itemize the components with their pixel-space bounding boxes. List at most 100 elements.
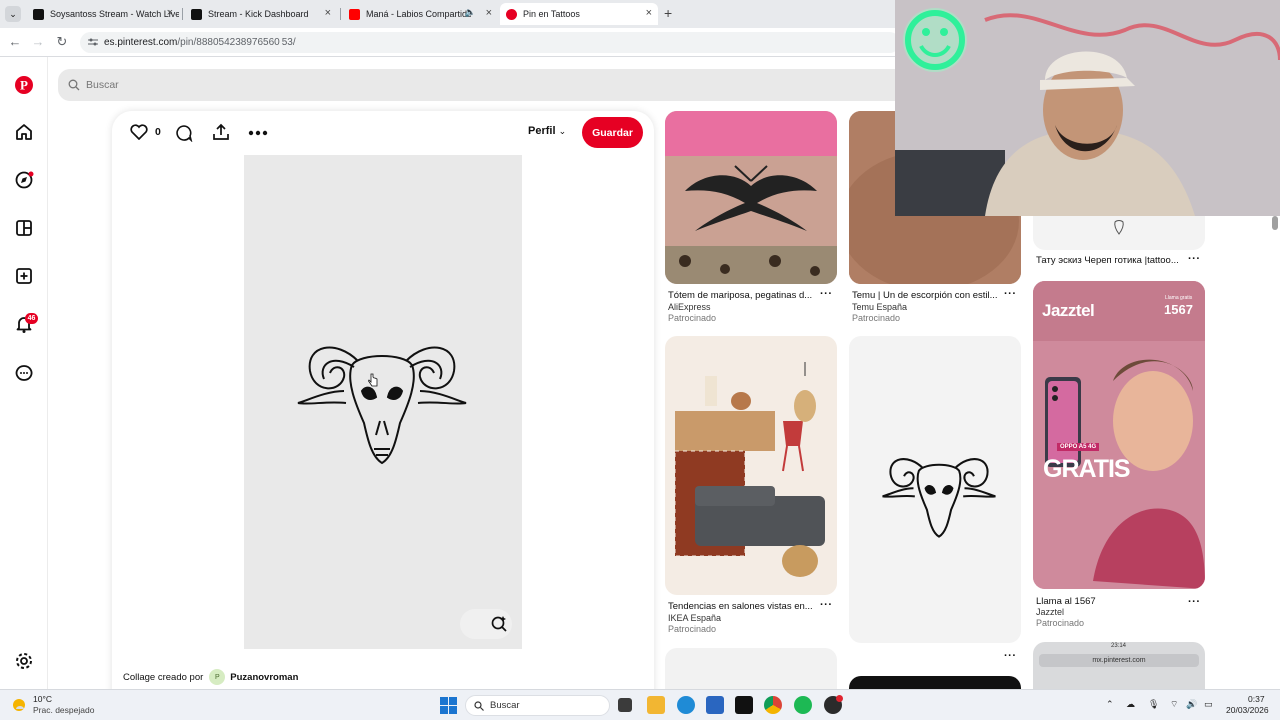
windows-taskbar: 10°C Prac. despejado Buscar ⌃ ☁ 🎙 ⌔ 🔊 ▭ … [0, 689, 1280, 720]
youtube-favicon-icon [349, 8, 360, 20]
weather-desc[interactable]: Prac. despejado [33, 705, 94, 715]
tab-youtube-mana[interactable]: Maná - Labios Compartidos 🔈 × [343, 3, 498, 25]
more-options-icon[interactable]: ··· [820, 599, 833, 611]
battery-icon[interactable]: ▭ [1204, 699, 1213, 710]
share-icon[interactable] [212, 123, 230, 141]
spotify-icon[interactable] [794, 696, 812, 714]
store-icon[interactable] [706, 696, 724, 714]
comment-icon[interactable] [175, 124, 193, 142]
pin-title[interactable]: Tótem de mariposa, pegatinas d... [668, 290, 818, 301]
collage-label: Collage creado por [123, 671, 204, 683]
notification-count-badge: 46 [25, 313, 38, 324]
settings-gear-icon[interactable] [14, 651, 34, 671]
file-explorer-icon[interactable] [647, 696, 665, 714]
clock-time[interactable]: 0:37 [1248, 694, 1265, 704]
pinterest-logo-icon[interactable]: P [14, 75, 34, 95]
tab-kick-dashboard[interactable]: Stream - Kick Dashboard × [185, 3, 337, 25]
tray-chevron-icon[interactable]: ⌃ [1106, 699, 1114, 710]
pinterest-sidebar: P 46 [0, 57, 48, 689]
save-button[interactable]: Guardar [582, 117, 643, 148]
pin-title[interactable]: Tendencias en salones vistas en... [668, 601, 818, 612]
butterfly-tattoo-image [665, 111, 837, 284]
close-tab-icon[interactable]: × [646, 7, 652, 19]
avatar[interactable]: P [209, 669, 226, 685]
url-path: /pin/888054238976560 53/ [177, 37, 296, 48]
pin-butterfly-tattoo[interactable] [665, 111, 837, 284]
speaker-icon[interactable]: 🔈 [465, 7, 476, 18]
close-tab-icon[interactable]: × [486, 7, 492, 19]
pin-jazztel-ad[interactable]: Jazztel Llama gratis 1567 OPPO A5 4G GRA… [1033, 281, 1205, 589]
webcam-feed-image [895, 0, 1280, 216]
close-tab-icon[interactable]: × [167, 7, 173, 19]
more-options-icon[interactable]: ··· [1188, 253, 1201, 265]
heart-icon[interactable] [130, 124, 148, 140]
author-name[interactable]: Puzanovroman [230, 672, 298, 683]
pin-ikea-living-room[interactable] [665, 336, 837, 595]
pin-source[interactable]: IKEA España [668, 613, 721, 623]
forward-arrow-icon[interactable]: → [30, 34, 46, 49]
pin-partial[interactable] [665, 648, 837, 689]
windows-start-icon[interactable] [440, 697, 457, 714]
task-view-icon[interactable] [618, 698, 632, 712]
url-domain: es.pinterest.com [104, 37, 178, 48]
weather-temp[interactable]: 10°C [33, 694, 52, 704]
living-room-collage-image [674, 362, 825, 577]
close-tab-icon[interactable]: × [325, 7, 331, 19]
pin-ram-skull[interactable] [849, 336, 1021, 643]
tab-pinterest[interactable]: Pin en Tattoos × [500, 3, 658, 25]
pin-image[interactable] [244, 155, 522, 649]
more-options-icon[interactable]: ··· [820, 288, 833, 300]
more-options-icon[interactable]: ··· [1004, 288, 1017, 300]
pin-skull-sketch[interactable] [1033, 216, 1205, 250]
profile-dropdown[interactable]: Perfil ⌄ [528, 125, 566, 137]
back-arrow-icon[interactable]: ← [7, 34, 23, 49]
phone-url-bar: mx.pinterest.com [1039, 654, 1199, 667]
pin-source[interactable]: Jazztel [1036, 607, 1064, 617]
tab-title: Maná - Labios Compartidos [366, 9, 471, 19]
more-options-icon[interactable]: ··· [1004, 650, 1017, 662]
tab-list-chevron-icon[interactable]: ⌄ [5, 6, 21, 22]
promo-badge: OPPO A5 4G [1057, 443, 1100, 451]
address-bar[interactable]: es.pinterest.com/pin/888054238976560 53/ [80, 32, 900, 53]
chrome-browser-icon[interactable] [764, 696, 782, 714]
edge-browser-icon[interactable] [677, 696, 695, 714]
more-options-icon[interactable] [248, 130, 268, 136]
scrollbar-track[interactable] [1270, 216, 1280, 689]
sponsored-label: Patrocinado [668, 624, 717, 634]
weather-sun-icon[interactable] [10, 696, 28, 714]
create-plus-icon[interactable] [14, 266, 34, 286]
new-tab-plus-icon[interactable]: + [664, 5, 672, 21]
visual-search-icon [491, 616, 507, 632]
visual-search-button[interactable] [460, 609, 512, 639]
kick-favicon-icon [33, 8, 44, 20]
search-icon [474, 701, 484, 711]
ram-skull-tattoo-image [882, 458, 996, 538]
pin-source[interactable]: AliExpress [668, 302, 711, 312]
pin-partial[interactable] [849, 676, 1021, 689]
tray-app-icon[interactable]: ☁ [1126, 699, 1135, 710]
pin-source[interactable]: Temu España [852, 302, 907, 312]
home-icon[interactable] [14, 122, 34, 142]
pin-detail-card: 0 Perfil ⌄ Guardar Collage creado por P … [112, 111, 654, 711]
site-settings-icon[interactable] [88, 37, 98, 47]
like-count: 0 [155, 126, 161, 138]
boards-icon[interactable] [14, 218, 34, 238]
pin-title[interactable]: Llama al 1567 [1036, 596, 1186, 607]
more-options-icon[interactable]: ··· [1188, 596, 1201, 608]
tray-app-icon[interactable]: 🎙 [1148, 699, 1159, 710]
reload-icon[interactable]: ↻ [54, 34, 70, 50]
scrollbar-thumb[interactable] [1272, 216, 1278, 230]
volume-icon[interactable]: 🔊 [1186, 699, 1197, 710]
pin-title[interactable]: Тату эскиз Череп готика |tattoo... [1036, 255, 1186, 266]
taskbar-search[interactable]: Buscar [465, 695, 610, 716]
tab-title: Soysantoss Stream - Watch Live [50, 9, 179, 19]
explore-compass-icon[interactable] [14, 170, 34, 190]
tab-kick-stream[interactable]: Soysantoss Stream - Watch Live × [27, 3, 179, 25]
pin-title[interactable]: Temu | Un de escorpión con estil... [852, 290, 1002, 301]
search-input[interactable]: Buscar [58, 69, 958, 101]
pin-phone-screenshot[interactable]: 23:14 mx.pinterest.com [1033, 642, 1205, 689]
clock-date[interactable]: 20/03/2026 [1226, 705, 1269, 715]
messages-icon[interactable] [14, 363, 34, 383]
yahoo-app-icon[interactable] [735, 696, 753, 714]
wifi-icon[interactable]: ⌔ [1170, 699, 1178, 710]
